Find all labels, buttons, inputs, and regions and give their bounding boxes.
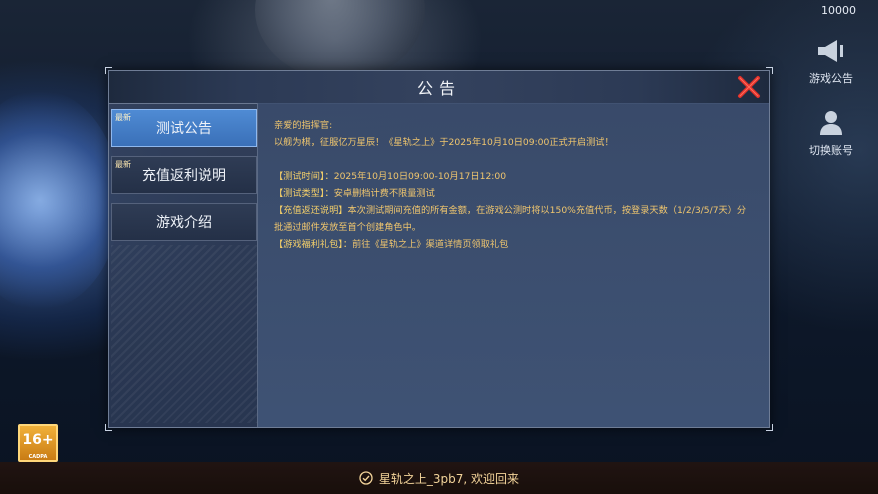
switch-account-label: 切换账号 xyxy=(809,144,853,157)
info-value: 2025年10月10日09:00-10月17日12:00 xyxy=(333,171,507,182)
info-line: 【测试类型】：安卓删档计费不限量测试 xyxy=(274,185,753,202)
dialog-header: 公告 xyxy=(109,71,769,104)
info-value: 前往《星轨之上》渠道详情页领取礼包 xyxy=(352,239,509,250)
tab-game-intro[interactable]: 游戏介绍 xyxy=(111,203,257,241)
welcome-text: 星轨之上_3pb7, 欢迎回来 xyxy=(378,471,520,486)
announcement-dialog: 公告 最新 测试公告 最新 充值返利说明 游戏介绍 亲爱的指挥官: 以舰为棋，征… xyxy=(105,67,773,431)
tab-label: 测试公告 xyxy=(156,121,212,137)
new-flag: 最新 xyxy=(115,160,131,169)
age-rating-value: 16+ xyxy=(22,432,54,448)
info-line: 【测试时间】：2025年10月10日09:00-10月17日12:00 xyxy=(274,168,753,185)
tab-panel-filler xyxy=(111,245,257,423)
announcement-content: 亲爱的指挥官: 以舰为棋，征服亿万星辰！《星轨之上》于2025年10月10日09… xyxy=(257,103,769,427)
info-key: 【充值返还说明】 xyxy=(274,205,348,216)
score-readout: 10000 xyxy=(821,4,856,17)
user-icon xyxy=(814,108,848,138)
close-icon xyxy=(738,76,760,98)
dialog-title: 公告 xyxy=(416,79,461,98)
announcement-tabs: 最新 测试公告 最新 充值返利说明 游戏介绍 xyxy=(111,109,257,250)
tab-recharge-rebate[interactable]: 最新 充值返利说明 xyxy=(111,156,257,194)
info-key: 【测试类型】： xyxy=(274,188,334,199)
game-notice-label: 游戏公告 xyxy=(809,72,853,85)
intro-text: 以舰为棋，征服亿万星辰！《星轨之上》于2025年10月10日09:00正式开启测… xyxy=(274,137,614,148)
info-key: 【游戏福利礼包】： xyxy=(274,239,353,250)
welcome-toast: 星轨之上_3pb7, 欢迎回来 xyxy=(0,462,878,494)
info-line: 【游戏福利礼包】：前往《星轨之上》渠道详情页领取礼包 xyxy=(274,236,753,253)
age-rating-badge: 16+ CADPA xyxy=(18,424,58,462)
tab-label: 游戏介绍 xyxy=(156,215,212,231)
switch-account-button[interactable]: 切换账号 xyxy=(796,108,866,158)
check-circle-icon xyxy=(359,471,373,485)
age-rating-org: CADPA xyxy=(28,454,48,460)
greeting-text: 亲爱的指挥官: xyxy=(274,120,333,131)
tab-test-notice[interactable]: 最新 测试公告 xyxy=(111,109,257,147)
megaphone-icon xyxy=(814,36,848,66)
new-flag: 最新 xyxy=(115,113,131,122)
info-key: 【测试时间】： xyxy=(274,171,334,182)
game-notice-button[interactable]: 游戏公告 xyxy=(796,36,866,86)
close-button[interactable] xyxy=(735,73,763,101)
info-value: 安卓删档计费不限量测试 xyxy=(333,188,435,199)
info-line: 【充值返还说明】本次测试期间充值的所有金额，在游戏公测时将以150%充值代币，按… xyxy=(274,202,753,236)
dialog-corner xyxy=(105,424,112,431)
tab-label: 充值返利说明 xyxy=(142,168,226,184)
